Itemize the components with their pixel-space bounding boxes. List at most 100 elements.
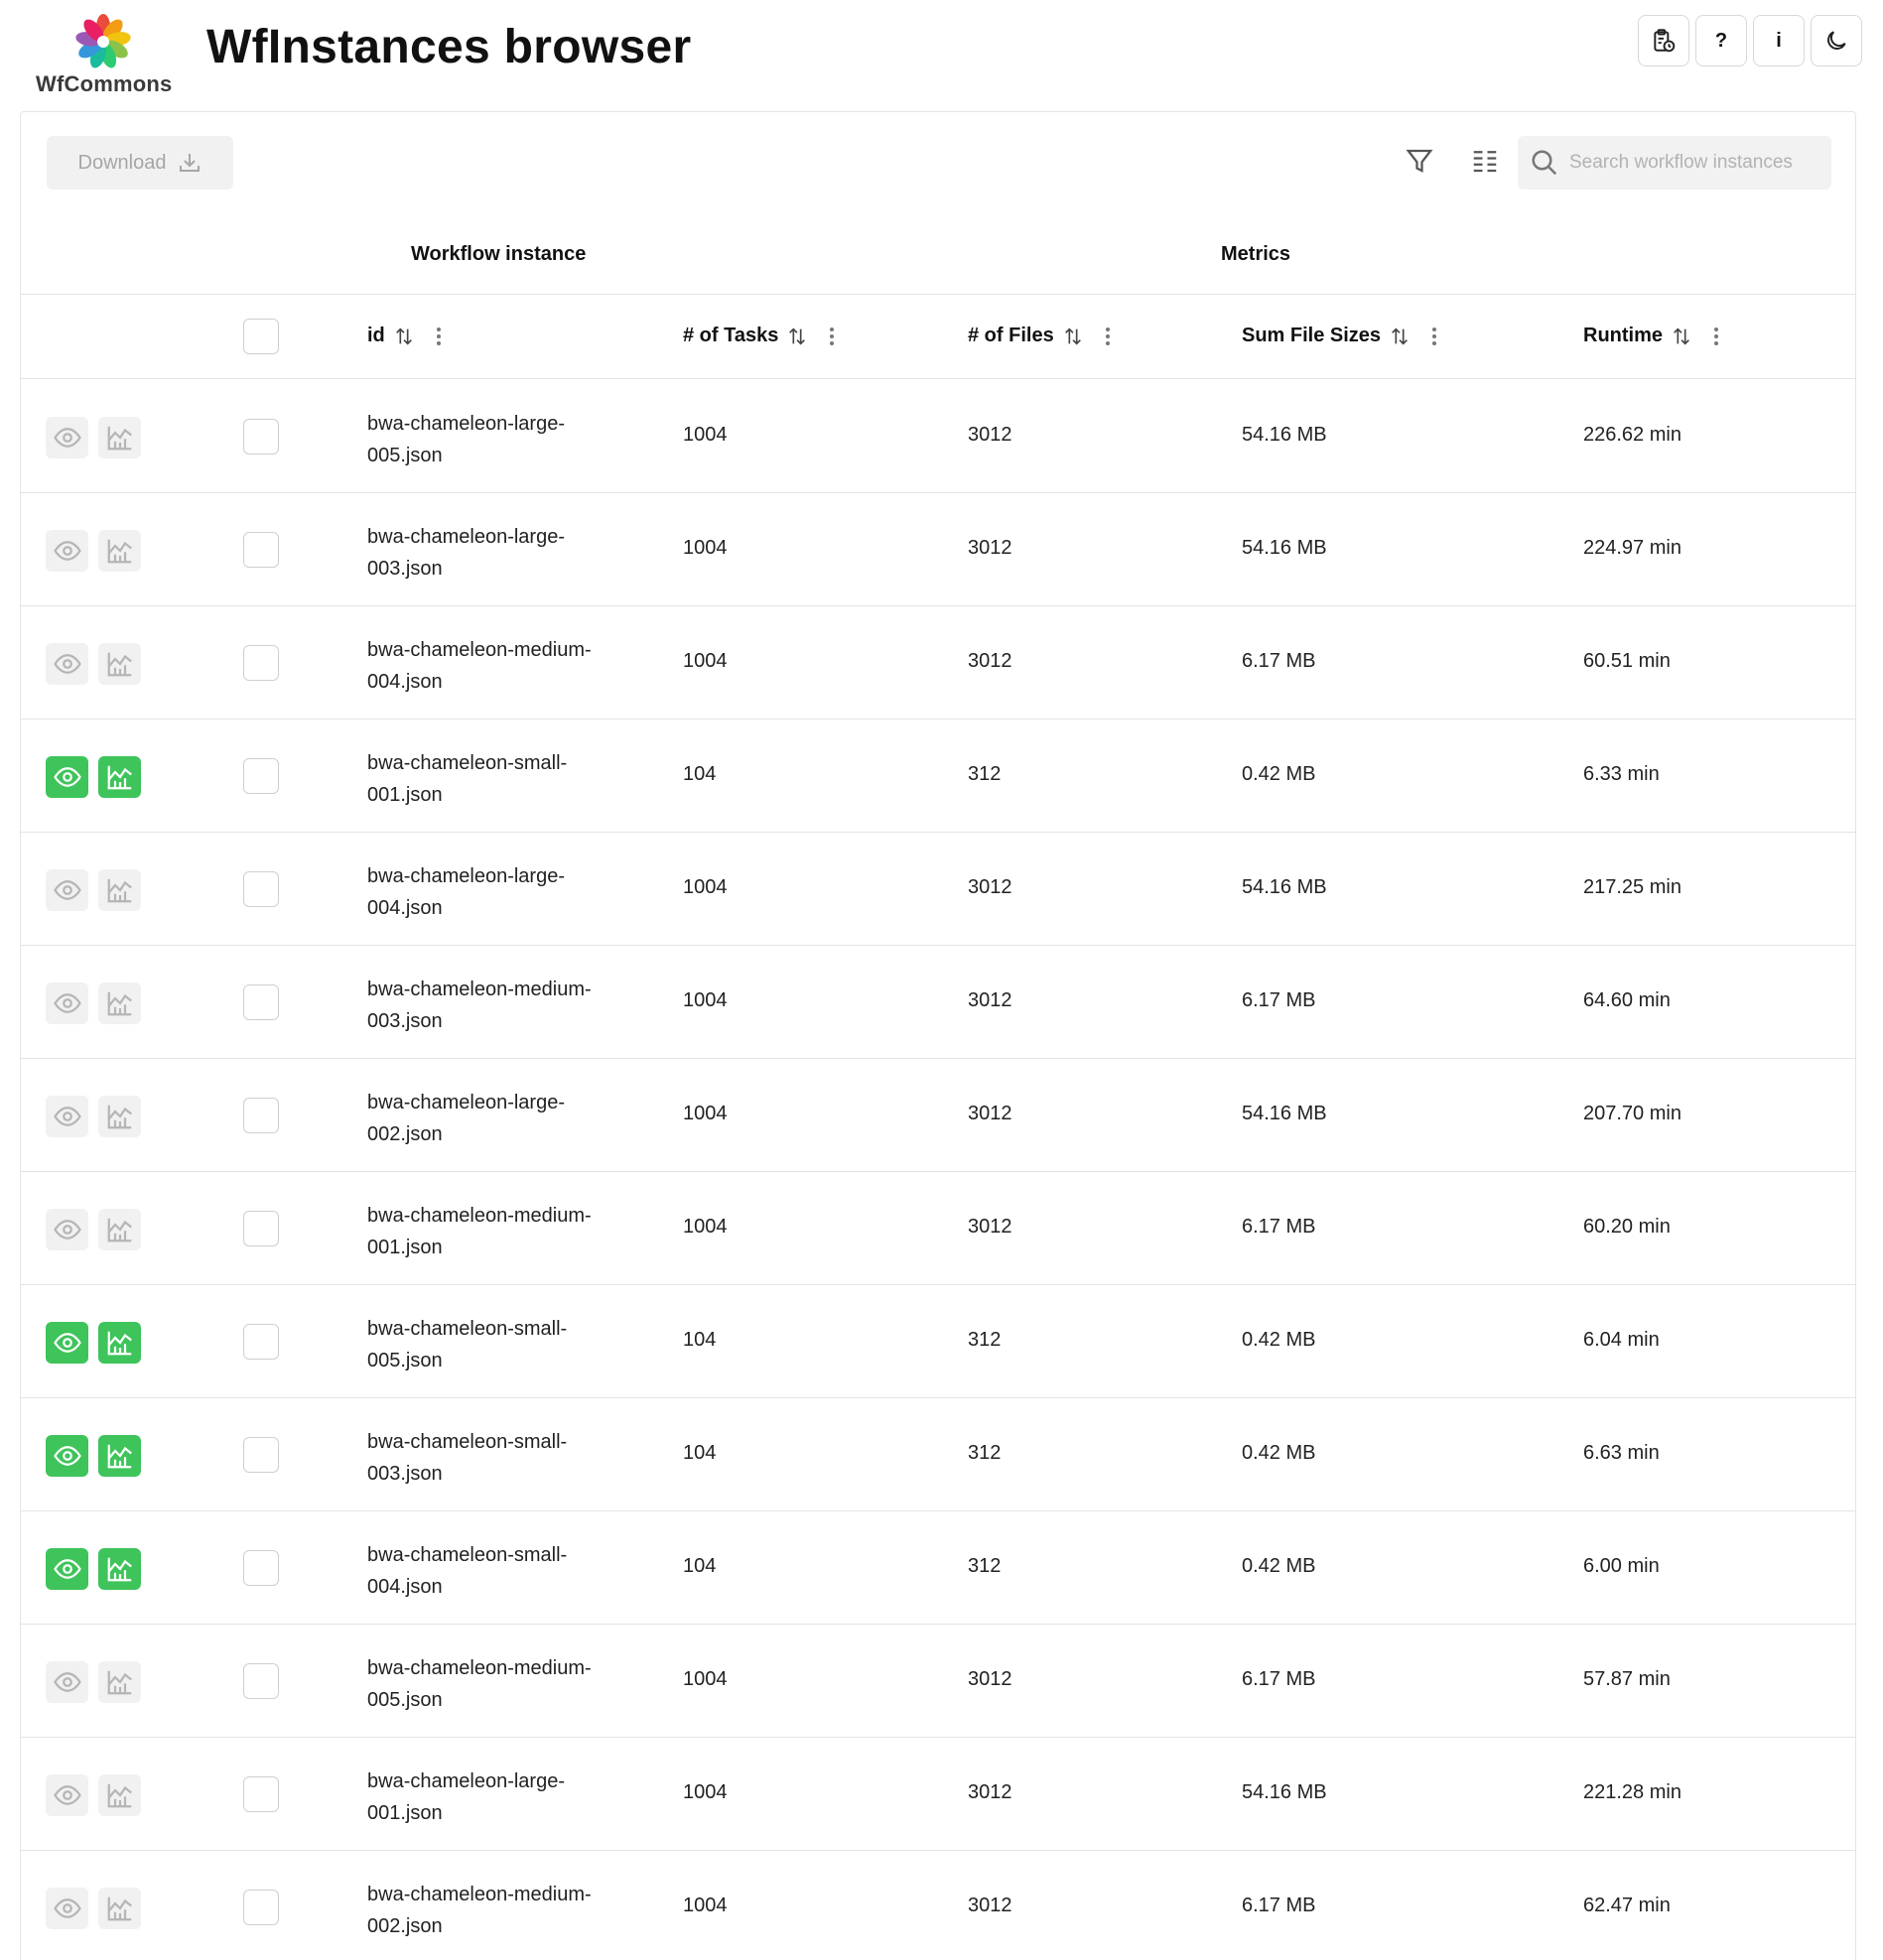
column-runtime[interactable]: Runtime [1583, 325, 1718, 347]
filter-button[interactable] [1403, 144, 1436, 178]
column-files-label: # of Files [968, 325, 1054, 346]
view-instance-button[interactable] [46, 1322, 88, 1364]
sort-icon[interactable] [393, 326, 415, 347]
search-input[interactable] [1569, 152, 1817, 174]
row-checkbox[interactable] [243, 1324, 279, 1360]
sort-icon[interactable] [1671, 326, 1692, 347]
view-chart-button[interactable] [98, 1322, 141, 1364]
chart-icon [107, 765, 132, 790]
row-checkbox[interactable] [243, 1211, 279, 1246]
view-chart-button[interactable] [98, 869, 141, 911]
row-checkbox[interactable] [243, 1437, 279, 1473]
row-checkbox[interactable] [243, 1663, 279, 1699]
view-chart-button[interactable] [98, 1096, 141, 1137]
row-checkbox[interactable] [243, 419, 279, 455]
chart-icon [107, 1105, 132, 1129]
sort-icon[interactable] [1389, 326, 1411, 347]
sum-file-size: 6.17 MB [1242, 1895, 1316, 1916]
select-all-checkbox[interactable] [243, 319, 279, 354]
view-chart-button[interactable] [98, 1435, 141, 1477]
group-metrics: Metrics [1221, 243, 1291, 265]
table-row[interactable]: bwa-chameleon-medium- 004.json 1004 3012… [21, 606, 1855, 719]
column-menu-icon[interactable] [1105, 327, 1110, 345]
view-instance-button[interactable] [46, 756, 88, 798]
view-chart-button[interactable] [98, 643, 141, 685]
column-id[interactable]: id [367, 325, 441, 347]
column-menu-icon[interactable] [830, 327, 835, 345]
view-instance-button[interactable] [46, 643, 88, 685]
dark-mode-toggle[interactable] [1811, 15, 1862, 66]
eye-icon [53, 1107, 81, 1126]
table-row[interactable]: bwa-chameleon-small- 003.json 104 312 0.… [21, 1398, 1855, 1511]
view-chart-button[interactable] [98, 982, 141, 1024]
table-row[interactable]: bwa-chameleon-medium- 002.json 1004 3012… [21, 1851, 1855, 1960]
row-checkbox[interactable] [243, 758, 279, 794]
column-files[interactable]: # of Files [968, 325, 1110, 347]
instance-id: bwa-chameleon-small- 005.json [367, 1313, 635, 1376]
table-row[interactable]: bwa-chameleon-large- 001.json 1004 3012 … [21, 1738, 1855, 1851]
instance-id-line1: bwa-chameleon-small- [367, 1318, 568, 1340]
view-chart-button[interactable] [98, 1661, 141, 1703]
view-instance-button[interactable] [46, 869, 88, 911]
row-checkbox[interactable] [243, 1550, 279, 1586]
tasks-count: 1004 [683, 876, 728, 898]
view-chart-button[interactable] [98, 756, 141, 798]
row-checkbox[interactable] [243, 532, 279, 568]
view-instance-button[interactable] [46, 1096, 88, 1137]
table-row[interactable]: bwa-chameleon-small- 004.json 104 312 0.… [21, 1511, 1855, 1625]
row-checkbox[interactable] [243, 871, 279, 907]
view-chart-button[interactable] [98, 1888, 141, 1929]
table-row[interactable]: bwa-chameleon-medium- 001.json 1004 3012… [21, 1172, 1855, 1285]
row-checkbox[interactable] [243, 984, 279, 1020]
table-row[interactable]: bwa-chameleon-large- 004.json 1004 3012 … [21, 833, 1855, 946]
files-count: 3012 [968, 876, 1012, 898]
sort-icon[interactable] [1062, 326, 1084, 347]
runtime-value: 60.51 min [1583, 650, 1671, 672]
table-row[interactable]: bwa-chameleon-large- 002.json 1004 3012 … [21, 1059, 1855, 1172]
view-instance-button[interactable] [46, 1774, 88, 1816]
row-checkbox[interactable] [243, 1098, 279, 1133]
info-button[interactable]: i [1753, 15, 1805, 66]
column-menu-icon[interactable] [1432, 327, 1437, 345]
column-menu-icon[interactable] [436, 327, 441, 345]
row-checkbox[interactable] [243, 1890, 279, 1925]
instance-id: bwa-chameleon-medium- 003.json [367, 974, 635, 1037]
view-chart-button[interactable] [98, 417, 141, 458]
help-button[interactable]: ? [1695, 15, 1747, 66]
download-button[interactable]: Download [47, 136, 233, 190]
sort-icon[interactable] [786, 326, 808, 347]
instance-id: bwa-chameleon-large- 001.json [367, 1765, 635, 1829]
table-row[interactable]: bwa-chameleon-large- 005.json 1004 3012 … [21, 380, 1855, 493]
sum-file-size: 6.17 MB [1242, 989, 1316, 1011]
view-instance-button[interactable] [46, 1888, 88, 1929]
eye-icon [53, 1446, 81, 1466]
view-instance-button[interactable] [46, 417, 88, 458]
view-chart-button[interactable] [98, 1209, 141, 1250]
chart-icon [107, 1331, 132, 1356]
view-chart-button[interactable] [98, 1774, 141, 1816]
columns-button[interactable] [1468, 144, 1502, 178]
table-row[interactable]: bwa-chameleon-large- 003.json 1004 3012 … [21, 493, 1855, 606]
view-instance-button[interactable] [46, 1548, 88, 1590]
column-tasks[interactable]: # of Tasks [683, 325, 835, 347]
eye-icon [53, 654, 81, 674]
columns-icon [1473, 151, 1497, 173]
view-instance-button[interactable] [46, 1435, 88, 1477]
view-chart-button[interactable] [98, 1548, 141, 1590]
row-checkbox[interactable] [243, 1776, 279, 1812]
column-sum-file-sizes[interactable]: Sum File Sizes [1242, 325, 1437, 347]
column-menu-icon[interactable] [1714, 327, 1718, 345]
view-chart-button[interactable] [98, 530, 141, 572]
view-instance-button[interactable] [46, 530, 88, 572]
view-instance-button[interactable] [46, 982, 88, 1024]
table-row[interactable]: bwa-chameleon-medium- 005.json 1004 3012… [21, 1625, 1855, 1738]
table-row[interactable]: bwa-chameleon-medium- 003.json 1004 3012… [21, 946, 1855, 1059]
search-box [1518, 136, 1831, 190]
wfcommons-logo[interactable]: WfCommons [34, 12, 173, 101]
view-instance-button[interactable] [46, 1209, 88, 1250]
table-row[interactable]: bwa-chameleon-small- 001.json 104 312 0.… [21, 719, 1855, 833]
row-checkbox[interactable] [243, 645, 279, 681]
view-instance-button[interactable] [46, 1661, 88, 1703]
table-row[interactable]: bwa-chameleon-small- 005.json 104 312 0.… [21, 1285, 1855, 1398]
recent-instances-button[interactable] [1638, 15, 1689, 66]
